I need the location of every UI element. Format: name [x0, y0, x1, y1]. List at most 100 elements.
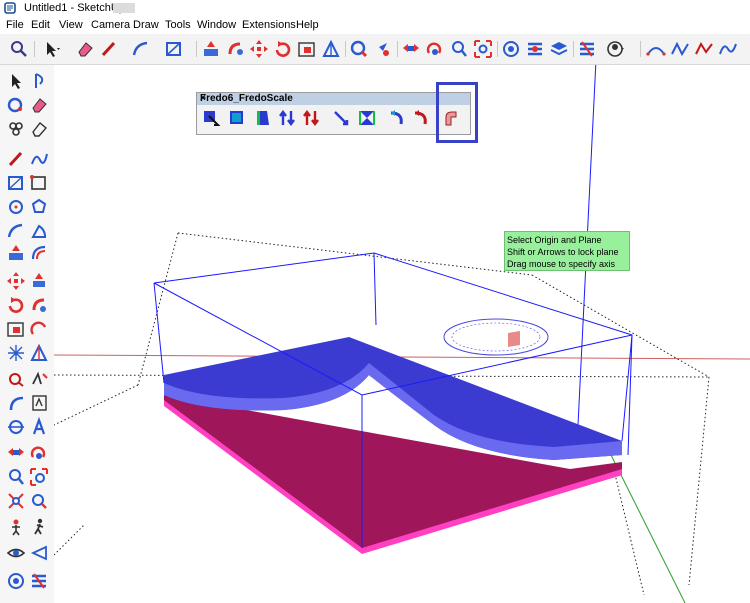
- follow-path-icon[interactable]: [28, 294, 50, 316]
- menu-help[interactable]: Help: [296, 19, 319, 31]
- taper-icon[interactable]: [253, 108, 273, 128]
- extension-warehouse-icon[interactable]: [28, 570, 50, 592]
- menu-tools[interactable]: Tools: [165, 19, 191, 31]
- look-around-icon[interactable]: [28, 542, 50, 564]
- rotate-icon[interactable]: [272, 38, 294, 60]
- zoom-extents-icon[interactable]: [5, 490, 27, 512]
- freehand-icon[interactable]: [28, 148, 50, 170]
- eye-icon[interactable]: [5, 542, 27, 564]
- rotate-icon[interactable]: [5, 294, 27, 316]
- warehouse-icon[interactable]: [500, 38, 522, 60]
- fredoscale-titlebar[interactable]: Fredo6_FredoScale ×: [197, 93, 470, 105]
- model-viewport[interactable]: [54, 65, 750, 603]
- eraser-icon[interactable]: [74, 38, 96, 60]
- lasso-icon[interactable]: [28, 70, 50, 92]
- styles-icon[interactable]: [576, 38, 598, 60]
- bezier-curve-icon[interactable]: [645, 38, 667, 60]
- arc-icon[interactable]: [130, 38, 152, 60]
- freehand-curve-icon[interactable]: [669, 38, 691, 60]
- zoom-window-icon[interactable]: [448, 38, 470, 60]
- axes-icon[interactable]: [5, 392, 27, 414]
- menu-file[interactable]: File: [6, 19, 24, 31]
- push-pull-icon[interactable]: [200, 38, 222, 60]
- eraser-icon[interactable]: [28, 94, 50, 116]
- tape-icon[interactable]: [5, 342, 27, 364]
- twist-icon[interactable]: [277, 108, 297, 128]
- walk-icon[interactable]: [28, 516, 50, 538]
- shear-icon[interactable]: [331, 108, 351, 128]
- offset-icon[interactable]: [28, 242, 50, 264]
- protractor-gizmo[interactable]: [443, 318, 549, 356]
- previous-view-icon[interactable]: [28, 490, 50, 512]
- polygon-icon[interactable]: [28, 196, 50, 218]
- protractor-icon[interactable]: [28, 342, 50, 364]
- pen-icon[interactable]: [5, 148, 27, 170]
- eraser-outline-icon[interactable]: [28, 118, 50, 140]
- scale-icon[interactable]: [296, 38, 318, 60]
- box-stretch-icon[interactable]: [227, 108, 247, 128]
- pie-icon[interactable]: [28, 220, 50, 242]
- text-box-icon[interactable]: [28, 392, 50, 414]
- menu-window[interactable]: Window: [197, 19, 236, 31]
- extension-icon[interactable]: [524, 38, 546, 60]
- menu-view[interactable]: View: [59, 19, 83, 31]
- zoom-extents-icon[interactable]: [472, 38, 494, 60]
- spline-icon[interactable]: [717, 38, 739, 60]
- move-icon[interactable]: [5, 270, 27, 292]
- window-title: Untitled1 - SketchUp: [24, 2, 125, 14]
- pencil-line-icon[interactable]: [98, 38, 120, 60]
- paint-icon[interactable]: [5, 94, 27, 116]
- push-pull-icon[interactable]: [5, 242, 27, 264]
- zoom-icon[interactable]: [5, 466, 27, 488]
- arc-icon[interactable]: [5, 220, 27, 242]
- polyline-icon[interactable]: [693, 38, 715, 60]
- orbit-icon[interactable]: [372, 38, 394, 60]
- plane-shear-icon[interactable]: [357, 108, 377, 128]
- search-icon[interactable]: [8, 38, 30, 60]
- fredoscale-close-button[interactable]: ×: [200, 93, 466, 104]
- rectangle-icon[interactable]: [5, 172, 27, 194]
- scale-icon[interactable]: [5, 318, 27, 340]
- follow-me-icon[interactable]: [224, 38, 246, 60]
- profile-icon[interactable]: [604, 38, 626, 60]
- pan-icon[interactable]: [28, 442, 50, 464]
- rectangle-icon[interactable]: [163, 38, 185, 60]
- fredoscale-toolbar: Fredo6_FredoScale ×: [196, 92, 471, 135]
- layers-icon[interactable]: [548, 38, 570, 60]
- follow-me-icon[interactable]: [28, 270, 50, 292]
- menu-extensions[interactable]: Extensions: [242, 19, 296, 31]
- scene-canvas[interactable]: [54, 65, 750, 603]
- stretch-updown-icon[interactable]: [301, 108, 321, 128]
- bend-icon[interactable]: [387, 108, 407, 128]
- menu-camera[interactable]: Camera: [91, 19, 130, 31]
- section-plane-icon[interactable]: [5, 416, 27, 438]
- text-label-icon[interactable]: [28, 368, 50, 390]
- zoom-icon[interactable]: [424, 38, 446, 60]
- twist-rotate-icon[interactable]: [411, 108, 431, 128]
- menu-draw[interactable]: Draw: [133, 19, 159, 31]
- highlight-box: [436, 82, 478, 143]
- tooltip-line-2: Shift or Arrows to lock plane: [507, 247, 619, 257]
- component-icon[interactable]: [5, 118, 27, 140]
- move-icon[interactable]: [248, 38, 270, 60]
- zoom-window-icon[interactable]: [28, 466, 50, 488]
- pan-icon[interactable]: [400, 38, 422, 60]
- rotate-arc-icon[interactable]: [28, 318, 50, 340]
- select-arrow-icon[interactable]: [40, 38, 62, 60]
- orbit-icon[interactable]: [5, 442, 27, 464]
- left-tool-palette: [0, 65, 54, 603]
- 3d-text-icon[interactable]: [28, 416, 50, 438]
- rotated-rect-icon[interactable]: [28, 172, 50, 194]
- box-scale-icon[interactable]: [201, 108, 221, 128]
- menu-edit[interactable]: Edit: [31, 19, 50, 31]
- select-icon[interactable]: [5, 70, 27, 92]
- position-camera-icon[interactable]: [5, 516, 27, 538]
- tooltip-line-3: Drag mouse to specify axis: [507, 259, 616, 269]
- paint-bucket-icon[interactable]: [348, 38, 370, 60]
- warehouse-icon[interactable]: [5, 570, 27, 592]
- dimension-icon[interactable]: [5, 368, 27, 390]
- circle-icon[interactable]: [5, 196, 27, 218]
- toolbar-separator: [397, 41, 398, 57]
- tape-measure-icon[interactable]: [320, 38, 342, 60]
- title-bar: Untitled1 - SketchUp: [0, 0, 750, 17]
